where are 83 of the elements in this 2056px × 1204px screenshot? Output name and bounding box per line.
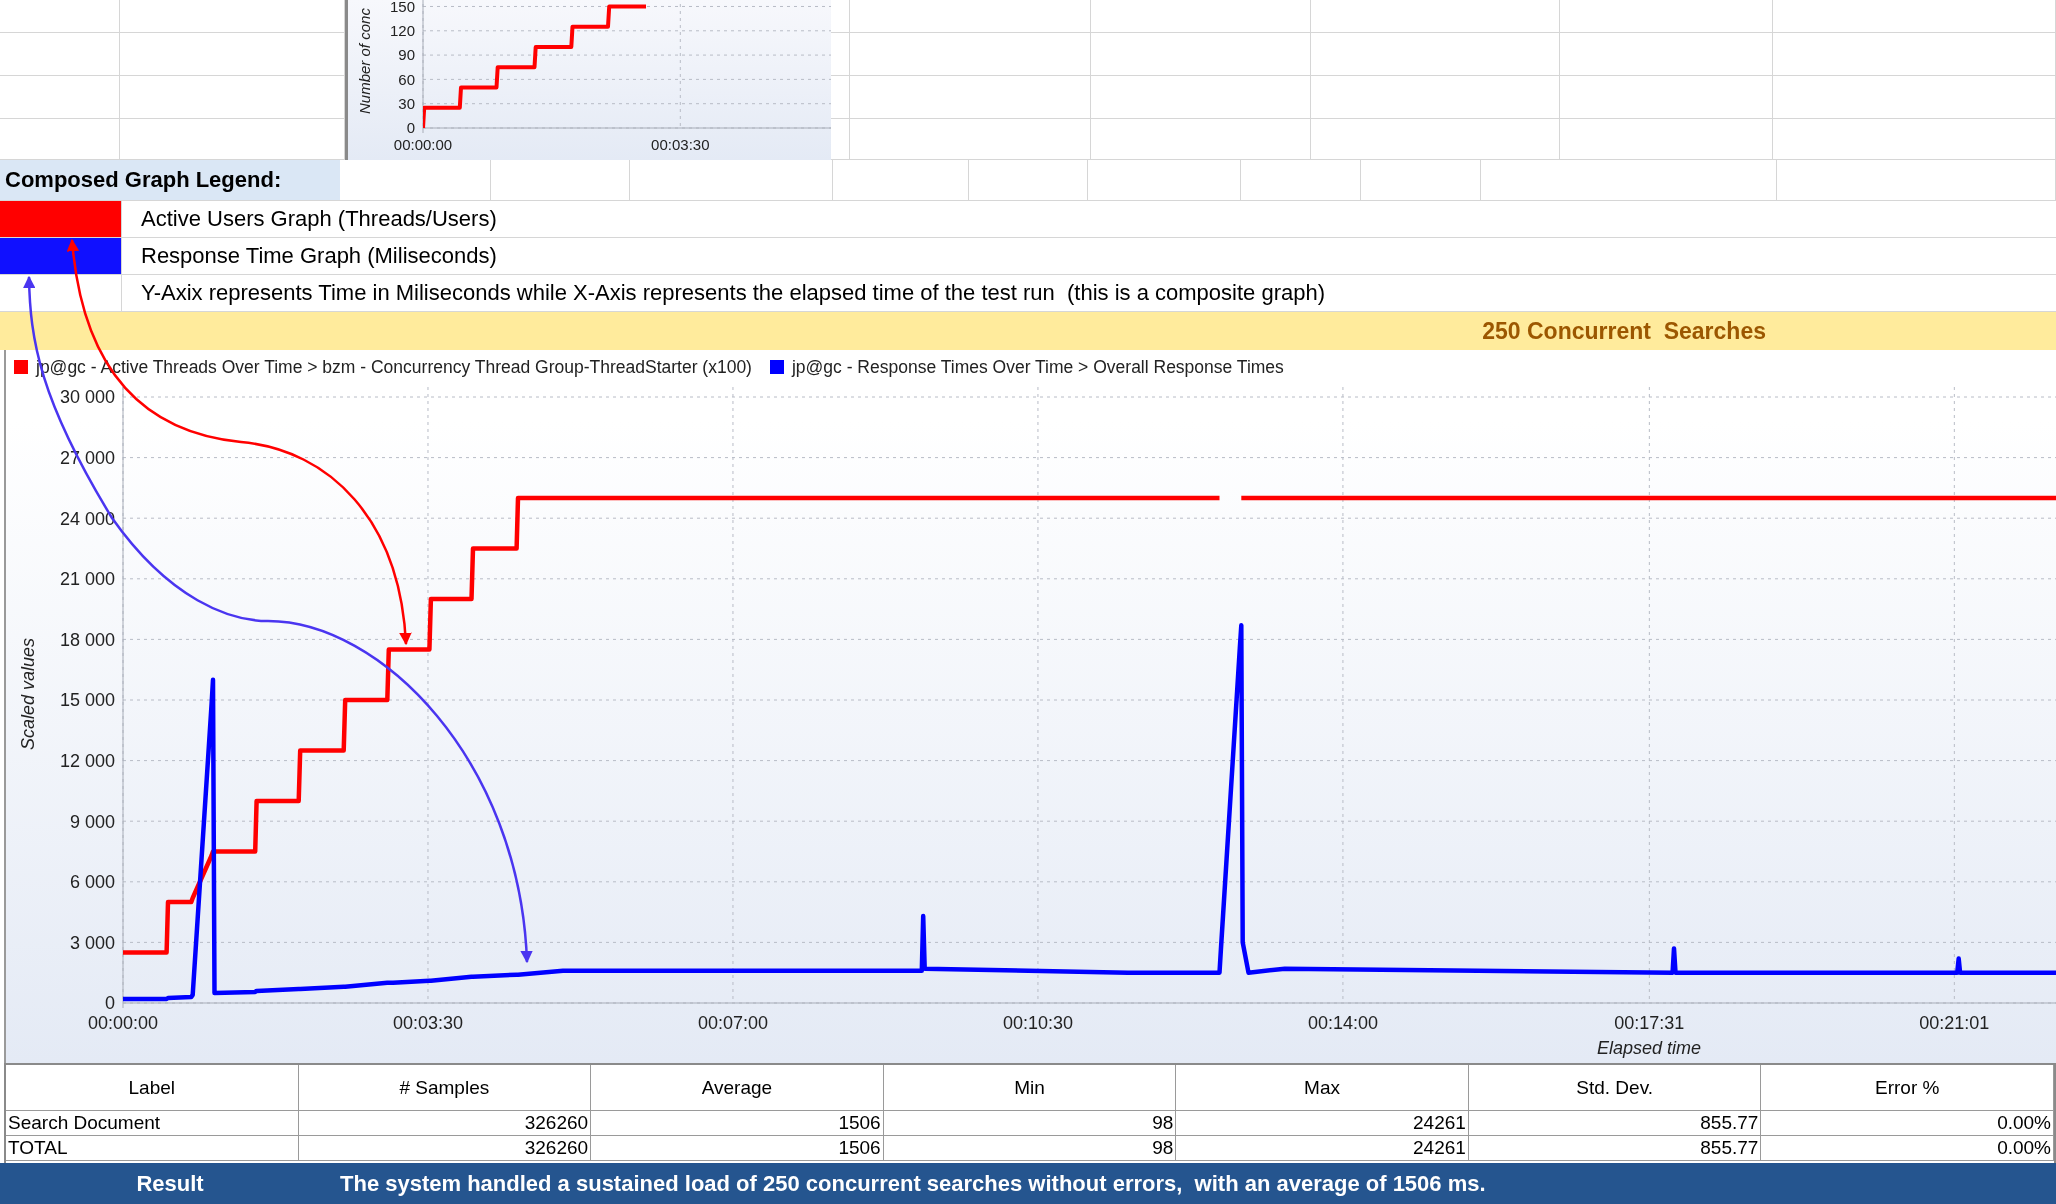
- axis-tick-label: 0: [105, 993, 115, 1014]
- spreadsheet-cell[interactable]: [1311, 76, 1560, 119]
- column-header: Error %: [1761, 1065, 2054, 1111]
- axis-tick-label: 21 000: [59, 569, 115, 590]
- axis-title: Scaled values: [18, 637, 38, 751]
- axis-title: Number of conc: [356, 8, 373, 114]
- spreadsheet-cell[interactable]: [831, 119, 850, 160]
- spreadsheet-cell[interactable]: [831, 76, 850, 119]
- axis-tick-label: 90: [398, 46, 415, 64]
- column-header: Max: [1176, 1065, 1469, 1111]
- axis-tick-label: 12 000: [59, 750, 115, 771]
- spreadsheet-cell[interactable]: [831, 0, 850, 33]
- axis-tick-label: 18 000: [59, 629, 115, 650]
- axis-tick-label: 15 000: [59, 690, 115, 711]
- spreadsheet-cell[interactable]: [831, 33, 850, 76]
- axis-tick-label: 60: [398, 70, 415, 88]
- axis-tick-label: 150: [389, 0, 415, 15]
- axis-tick-label: 00:03:30: [392, 1013, 463, 1033]
- axis-tick-label: 120: [389, 22, 415, 40]
- spreadsheet-cell[interactable]: [1560, 119, 1773, 160]
- spreadsheet-cell[interactable]: [1311, 0, 1560, 33]
- spreadsheet-cell[interactable]: [1773, 0, 2056, 33]
- table-cell: 326260: [298, 1136, 592, 1161]
- axis-tick-label: 00:00:00: [393, 136, 453, 153]
- column-header: Average: [591, 1065, 884, 1111]
- spreadsheet-cell[interactable]: [1091, 119, 1311, 160]
- axis-tick-label: 9 000: [69, 811, 115, 832]
- table-cell: TOTAL: [6, 1136, 299, 1161]
- spreadsheet-cell[interactable]: [1091, 76, 1311, 119]
- table-cell: 24261: [1176, 1136, 1469, 1161]
- axis-tick-label: 30: [398, 94, 415, 112]
- spreadsheet-cell[interactable]: [1560, 0, 1773, 33]
- legend-label: Active Users Graph (Threads/Users): [121, 201, 497, 237]
- column-header: # Samples: [298, 1065, 592, 1111]
- axis-tick-label: 3 000: [69, 932, 115, 953]
- table-cell: 1506: [591, 1111, 884, 1136]
- column-header: Min: [883, 1065, 1177, 1111]
- column-header: Label: [6, 1065, 299, 1111]
- section-banner: 250 Concurrent Searches: [0, 312, 2056, 350]
- table-cell: 98: [883, 1136, 1177, 1161]
- axis-tick-label: 30 000: [59, 387, 115, 408]
- axis-tick-label: 00:03:30: [651, 136, 710, 153]
- table-cell: 98: [883, 1111, 1177, 1136]
- spreadsheet-cell[interactable]: [850, 76, 1091, 119]
- spreadsheet-cell[interactable]: [1560, 33, 1773, 76]
- spreadsheet-cell[interactable]: [1773, 76, 2056, 119]
- spreadsheet-cell[interactable]: [1560, 76, 1773, 119]
- spreadsheet-cell[interactable]: [1773, 119, 2056, 160]
- table-cell: Search Document: [6, 1111, 299, 1136]
- legend-note: Y-Axix represents Time in Miliseconds while X-Axis represents the elapsed time of the test run (this is a composite graph): [121, 275, 1326, 311]
- spreadsheet-cell[interactable]: [850, 0, 1091, 33]
- axis-tick-label: 0: [406, 119, 415, 137]
- table-cell: 855.77: [1468, 1136, 1762, 1161]
- legend-title: Composed Graph Legend:: [0, 160, 340, 200]
- axis-tick-label: 00:07:00: [697, 1013, 768, 1033]
- axis-tick-label: 00:00:00: [87, 1013, 159, 1033]
- table-cell: 326260: [298, 1111, 592, 1136]
- axis-title: Elapsed time: [1596, 1038, 1702, 1058]
- table-cell: 855.77: [1468, 1111, 1762, 1136]
- spreadsheet-cell[interactable]: [1091, 0, 1311, 33]
- axis-tick-label: 00:17:31: [1614, 1013, 1685, 1033]
- legend-label: jp@gc - Response Times Over Time > Overall Response Times: [791, 356, 1284, 378]
- spreadsheet-cell[interactable]: [0, 0, 120, 33]
- spreadsheet-cell[interactable]: [1311, 33, 1560, 76]
- legend-label: Response Time Graph (Miliseconds): [121, 238, 497, 274]
- axis-tick-label: 00:14:00: [1307, 1013, 1378, 1033]
- spreadsheet-cell[interactable]: [1773, 33, 2056, 76]
- table-cell: 1506: [591, 1136, 884, 1161]
- axis-tick-label: 6 000: [69, 872, 115, 893]
- spreadsheet-cell[interactable]: [0, 33, 120, 76]
- table-cell: 0.00%: [1761, 1111, 2054, 1136]
- result-label: Result: [135, 1170, 205, 1197]
- spreadsheet-cell[interactable]: [850, 33, 1091, 76]
- column-header: Std. Dev.: [1468, 1065, 1762, 1111]
- spreadsheet-cell[interactable]: [1311, 119, 1560, 160]
- table-cell: 0.00%: [1761, 1136, 2054, 1161]
- axis-tick-label: 00:21:01: [1919, 1013, 1990, 1033]
- table-cell: 24261: [1176, 1111, 1469, 1136]
- axis-tick-label: 00:10:30: [1002, 1013, 1073, 1033]
- spreadsheet-cell[interactable]: [0, 76, 120, 119]
- result-text: The system handled a sustained load of 250 concurrent searches without errors, with an average of 1506 ms.: [340, 1170, 1486, 1197]
- spreadsheet-cell[interactable]: [1091, 33, 1311, 76]
- spreadsheet-cell[interactable]: [850, 119, 1091, 160]
